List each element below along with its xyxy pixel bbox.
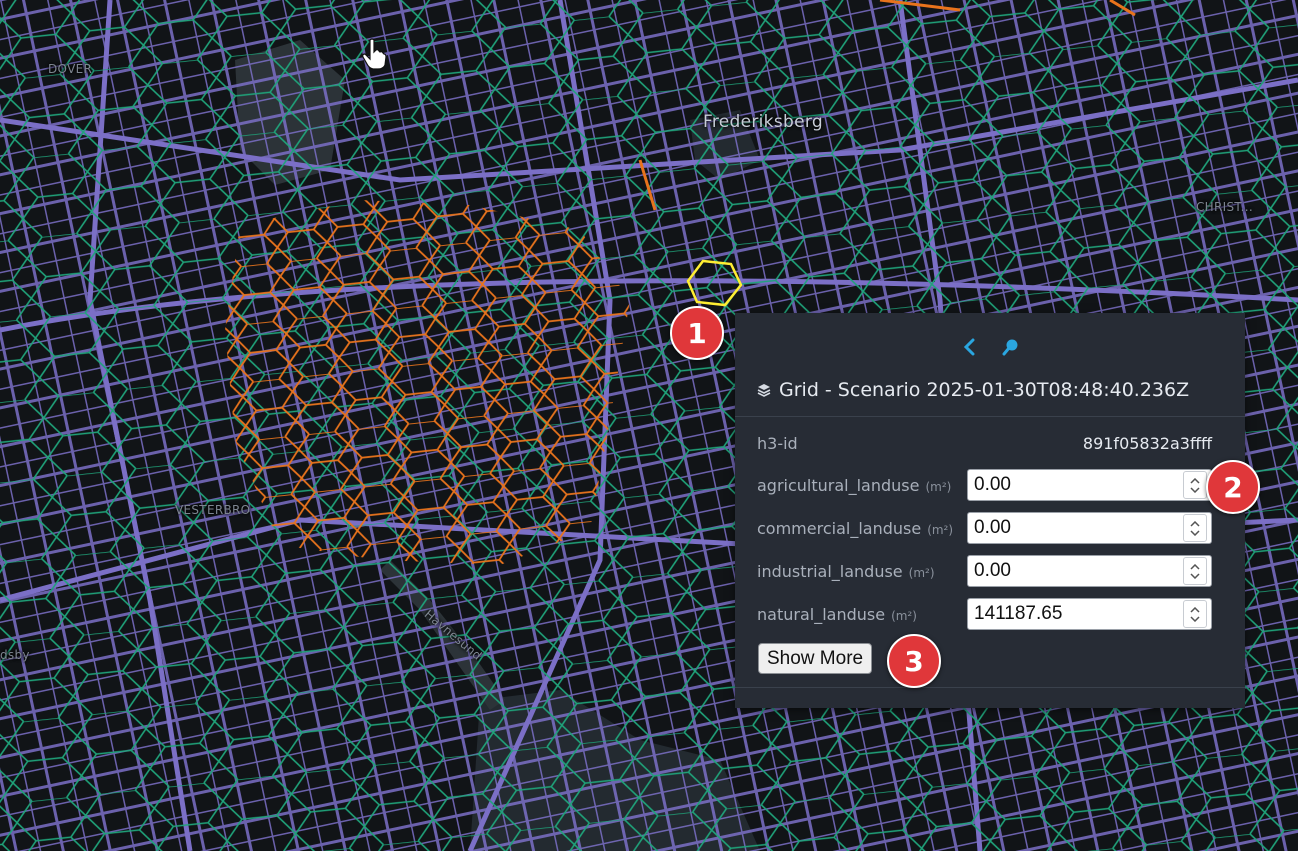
pin-icon <box>1002 339 1018 356</box>
field-label: commercial_landuse (m²) <box>757 519 965 538</box>
map-label-ludsby: dsby <box>0 648 30 662</box>
chevron-down-icon[interactable] <box>1190 615 1200 622</box>
field-unit: (m²) <box>927 522 954 537</box>
show-more-button[interactable]: Show More <box>758 643 873 674</box>
field-label: natural_landuse (m²) <box>757 605 965 624</box>
pin-button[interactable] <box>1001 337 1021 357</box>
natural-landuse-stepper[interactable] <box>967 598 1212 630</box>
field-label: industrial_landuse (m²) <box>757 562 965 581</box>
map-view[interactable]: Frederiksberg DOVER CHRIST... dsby VESTE… <box>0 0 1298 851</box>
map-label-christianshavn: CHRIST... <box>1196 200 1253 214</box>
callout-badge-3: 3 <box>887 634 941 688</box>
chevron-down-icon[interactable] <box>1190 529 1200 536</box>
h3-id-label: h3-id <box>757 433 798 453</box>
field-label-text: natural_landuse <box>757 604 886 624</box>
chevron-up-icon[interactable] <box>1190 477 1200 484</box>
panel-title: Grid - Scenario 2025-01-30T08:48:40.236Z <box>757 379 1189 401</box>
field-label-text: agricultural_landuse <box>757 475 920 495</box>
chevron-up-icon[interactable] <box>1190 606 1200 613</box>
field-row-agricultural: agricultural_landuse (m²) <box>757 469 1212 501</box>
layers-icon <box>757 384 771 397</box>
panel-nav <box>735 337 1245 357</box>
h3-id-value: 891f05832a3ffff <box>1082 433 1212 453</box>
panel-title-text: Grid - Scenario 2025-01-30T08:48:40.236Z <box>779 379 1190 401</box>
industrial-landuse-input[interactable] <box>968 559 1176 583</box>
spin-buttons[interactable] <box>1183 471 1207 499</box>
commercial-landuse-stepper[interactable] <box>967 512 1212 544</box>
field-label-text: commercial_landuse <box>757 518 922 538</box>
map-label-vesterbro: VESTERBRO <box>175 503 251 517</box>
chevron-down-icon[interactable] <box>1190 572 1200 579</box>
feature-info-panel: Grid - Scenario 2025-01-30T08:48:40.236Z… <box>735 313 1245 708</box>
callout-badge-2: 2 <box>1206 460 1260 514</box>
back-button[interactable] <box>959 337 979 357</box>
divider-bottom <box>735 687 1245 688</box>
agricultural-landuse-input[interactable] <box>968 473 1176 497</box>
commercial-landuse-input[interactable] <box>968 516 1176 540</box>
map-label-dover: DOVER <box>48 62 93 76</box>
chevron-down-icon[interactable] <box>1190 486 1200 493</box>
spin-buttons[interactable] <box>1183 514 1207 542</box>
chevron-up-icon[interactable] <box>1190 563 1200 570</box>
field-label: agricultural_landuse (m²) <box>757 476 965 495</box>
industrial-landuse-stepper[interactable] <box>967 555 1212 587</box>
field-row-commercial: commercial_landuse (m²) <box>757 512 1212 544</box>
orange-hex-region <box>225 200 630 565</box>
chevron-up-icon[interactable] <box>1190 520 1200 527</box>
field-unit: (m²) <box>891 608 917 623</box>
natural-landuse-input[interactable] <box>968 602 1176 626</box>
spin-buttons[interactable] <box>1183 557 1207 585</box>
chevron-left-icon <box>963 338 975 356</box>
field-unit: (m²) <box>908 565 935 580</box>
agricultural-landuse-stepper[interactable] <box>967 469 1212 501</box>
map-label-frederiksberg: Frederiksberg <box>703 112 823 132</box>
h3-id-row: h3-id 891f05832a3ffff <box>757 427 1212 459</box>
field-label-text: industrial_landuse <box>757 561 903 581</box>
divider-top <box>735 416 1245 417</box>
spin-buttons[interactable] <box>1183 600 1207 628</box>
field-row-industrial: industrial_landuse (m²) <box>757 555 1212 587</box>
field-unit: (m²) <box>925 479 952 494</box>
callout-badge-1: 1 <box>670 306 724 360</box>
field-row-natural: natural_landuse (m²) <box>757 598 1212 630</box>
hand-cursor-icon <box>362 38 386 70</box>
